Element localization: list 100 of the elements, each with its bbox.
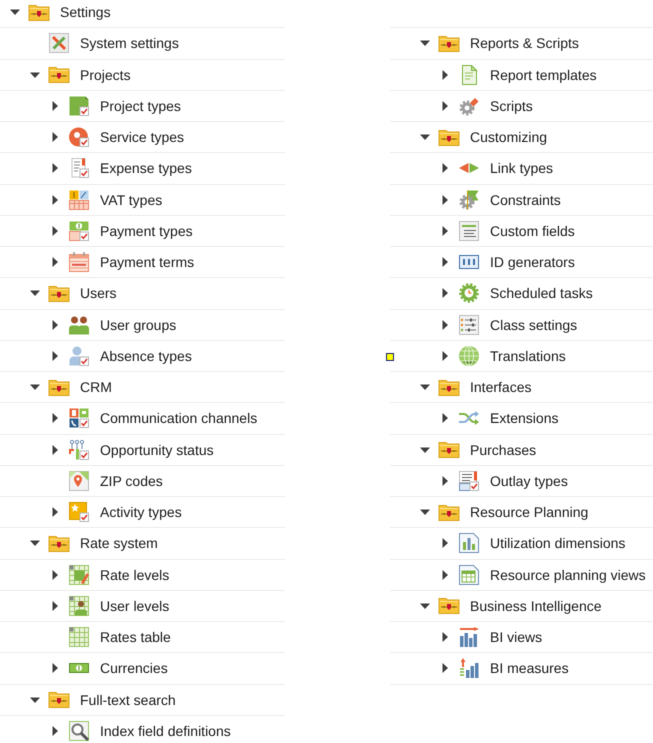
caret-right-icon[interactable] xyxy=(442,257,448,268)
tree-item-label[interactable]: VAT types xyxy=(100,190,162,209)
tree-item-label[interactable]: Expense types xyxy=(100,159,192,178)
folder-icon xyxy=(438,597,460,614)
banknote-icon xyxy=(69,663,89,674)
tree-item-label[interactable]: Outlay types xyxy=(490,472,568,490)
tree-item-label[interactable]: Scheduled tasks xyxy=(490,284,593,302)
tree-item-label[interactable]: Rate system xyxy=(80,534,158,552)
caret-right-icon[interactable] xyxy=(52,320,58,330)
caret-right-icon[interactable] xyxy=(52,413,58,424)
caret-down-icon[interactable] xyxy=(30,384,40,390)
tree-item-label[interactable]: Utilization dimensions xyxy=(490,534,626,552)
caret-right-icon[interactable] xyxy=(52,663,58,674)
folder-icon xyxy=(48,691,70,708)
caret-right-icon[interactable] xyxy=(52,100,58,111)
caret-down-icon[interactable] xyxy=(10,9,20,16)
caret-down-icon[interactable] xyxy=(420,446,430,453)
caret-right-icon[interactable] xyxy=(442,100,448,111)
caret-down-icon[interactable] xyxy=(30,72,40,78)
tree-item-label[interactable]: Translations xyxy=(490,346,566,365)
tree-item-label[interactable]: Absence types xyxy=(100,346,192,365)
tree-item-label[interactable]: Opportunity status xyxy=(100,440,214,459)
caret-right-icon[interactable] xyxy=(52,350,58,361)
caret-down-icon[interactable] xyxy=(420,509,430,516)
caret-right-icon[interactable] xyxy=(52,570,58,580)
caret-right-icon[interactable] xyxy=(442,570,448,580)
caret-right-icon[interactable] xyxy=(52,226,58,236)
caret-right-icon[interactable] xyxy=(442,632,448,642)
caret-down-icon[interactable] xyxy=(30,540,40,546)
tree-item-label[interactable]: Payment types xyxy=(100,222,193,240)
tree-item-label[interactable]: Project types xyxy=(100,96,181,115)
caret-right-icon[interactable] xyxy=(442,476,448,486)
tree-item-label[interactable]: BI measures xyxy=(490,659,569,678)
tree-item-label[interactable]: User groups xyxy=(100,316,176,334)
tree-item-label[interactable]: Extensions xyxy=(490,409,558,428)
tree-item-label[interactable]: Full-text search xyxy=(80,690,176,709)
square-marker-icon xyxy=(386,353,394,361)
gear-clock-icon xyxy=(459,283,479,304)
caret-right-icon[interactable] xyxy=(52,507,58,518)
tree-item-label[interactable]: Link types xyxy=(490,159,554,178)
caret-right-icon[interactable] xyxy=(442,538,448,548)
caret-down-icon[interactable] xyxy=(420,40,430,46)
caret-right-icon[interactable] xyxy=(52,444,58,455)
tree-item-label[interactable]: CRM xyxy=(80,378,112,396)
caret-right-icon[interactable] xyxy=(442,226,448,236)
map-pin-icon xyxy=(69,470,89,491)
tree-item-label[interactable]: Class settings xyxy=(490,316,578,334)
caret-right-icon[interactable] xyxy=(442,194,448,205)
caret-down-icon[interactable] xyxy=(420,134,430,140)
tree-item-label[interactable]: Scripts xyxy=(490,96,533,115)
caret-down-icon[interactable] xyxy=(30,290,40,296)
tree-item-label[interactable]: Report templates xyxy=(490,66,597,84)
tree-item-label[interactable]: BI views xyxy=(490,628,542,646)
caret-down-icon[interactable] xyxy=(30,696,40,703)
caret-down-icon[interactable] xyxy=(420,384,430,390)
tree-item-label[interactable]: Payment terms xyxy=(100,253,194,272)
caret-right-icon[interactable] xyxy=(442,70,448,80)
tree-item-label[interactable]: System settings xyxy=(80,34,179,52)
caret-right-icon[interactable] xyxy=(442,163,448,174)
shuffle-icon xyxy=(459,411,479,426)
tree-item-label[interactable]: Custom fields xyxy=(490,222,575,240)
counter-icon xyxy=(459,255,479,270)
tree-item-label[interactable]: Settings xyxy=(60,3,111,22)
folder-icon xyxy=(28,4,50,21)
tree-item-label[interactable]: Rate levels xyxy=(100,566,170,584)
tree-item-label[interactable]: Communication channels xyxy=(100,409,258,428)
tools-icon xyxy=(49,33,69,54)
grid-pencil-icon xyxy=(69,564,89,585)
tree-item-label[interactable]: ID generators xyxy=(490,253,575,272)
tree-item-label[interactable]: Rates table xyxy=(100,628,171,646)
caret-right-icon[interactable] xyxy=(52,163,58,174)
caret-right-icon[interactable] xyxy=(442,288,448,298)
tree-item-label[interactable]: Index field definitions xyxy=(100,722,231,740)
tree-item-label[interactable]: Currencies xyxy=(100,659,168,678)
caret-right-icon[interactable] xyxy=(442,320,448,330)
tree-item-label[interactable]: Resource Planning xyxy=(470,503,588,522)
tree-item-label[interactable]: Interfaces xyxy=(470,378,532,396)
caret-right-icon[interactable] xyxy=(52,600,58,611)
tree-item-label[interactable]: Purchases xyxy=(470,440,536,459)
tree-item-label[interactable]: Reports & Scripts xyxy=(470,34,579,52)
tree-item-label[interactable]: Business Intelligence xyxy=(470,596,602,615)
folder-icon xyxy=(438,378,460,396)
caret-right-icon[interactable] xyxy=(442,413,448,424)
tree-item-label[interactable]: Activity types xyxy=(100,503,182,522)
tree-item-label[interactable]: Resource planning views xyxy=(490,566,646,584)
tree-item-label[interactable]: ZIP codes xyxy=(100,472,163,490)
tree-item-label[interactable]: User levels xyxy=(100,596,170,615)
caret-right-icon[interactable] xyxy=(52,194,58,205)
tree-item-label[interactable]: Projects xyxy=(80,66,131,84)
tree-item-label[interactable]: Customizing xyxy=(470,128,548,146)
caret-down-icon[interactable] xyxy=(420,602,430,609)
tree-item-label[interactable]: Constraints xyxy=(490,190,561,209)
caret-right-icon[interactable] xyxy=(442,350,448,361)
folder-icon xyxy=(438,128,460,146)
caret-right-icon[interactable] xyxy=(52,132,58,142)
caret-right-icon[interactable] xyxy=(442,663,448,674)
tree-item-label[interactable]: Users xyxy=(80,284,117,302)
caret-right-icon[interactable] xyxy=(52,726,58,736)
caret-right-icon[interactable] xyxy=(52,257,58,268)
tree-item-label[interactable]: Service types xyxy=(100,128,184,146)
